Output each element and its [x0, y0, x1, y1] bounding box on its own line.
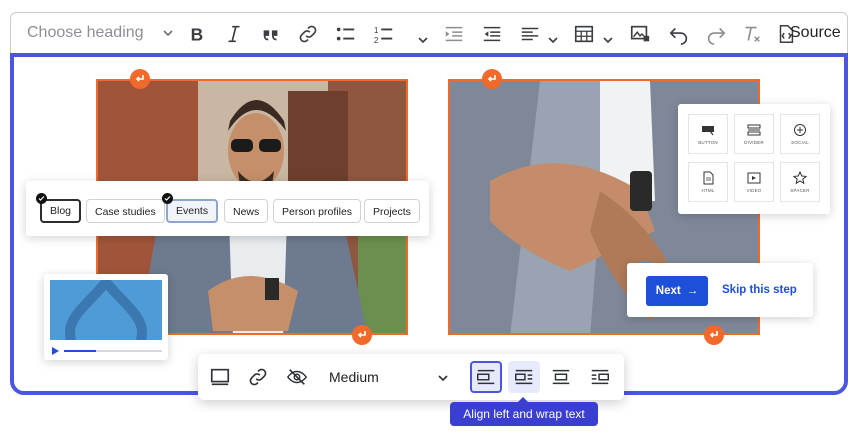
- tag-events[interactable]: Events: [166, 199, 219, 223]
- tag-person-profiles[interactable]: Person profiles: [273, 199, 362, 223]
- indent-icon[interactable]: [441, 21, 467, 47]
- tags-card: Blog Case studies Events News Person pro…: [26, 181, 429, 236]
- editor-toolbar: Choose heading B 12: [10, 12, 848, 54]
- italic-icon[interactable]: [221, 21, 247, 47]
- video-card[interactable]: [44, 274, 168, 360]
- align-center-icon[interactable]: [548, 365, 574, 389]
- widget-spacer[interactable]: SPACER: [780, 162, 820, 202]
- svg-text:B: B: [191, 24, 204, 44]
- numbered-list-icon[interactable]: 12: [371, 21, 397, 47]
- align-right-wrap-icon[interactable]: [587, 365, 613, 389]
- widget-social[interactable]: SOCIAL: [780, 114, 820, 154]
- link-icon[interactable]: [295, 21, 321, 47]
- button-widget-icon: [702, 126, 714, 136]
- video-widget-icon: [747, 172, 761, 184]
- tag-case-studies[interactable]: Case studies: [86, 199, 165, 223]
- tag-news[interactable]: News: [224, 199, 269, 223]
- align-left-wrap-icon[interactable]: [508, 361, 540, 393]
- blockquote-icon[interactable]: [258, 21, 284, 47]
- social-widget-icon: [794, 124, 806, 136]
- tag-projects[interactable]: Projects: [364, 199, 420, 223]
- onboarding-card: Next → Skip this step: [627, 263, 813, 317]
- widgets-card: BUTTON DIVIDER SOCIAL HTML VIDEO SPACER: [678, 104, 830, 214]
- widget-button[interactable]: BUTTON: [688, 114, 728, 154]
- chevron-down-icon[interactable]: [601, 33, 615, 47]
- align-left-icon[interactable]: [470, 361, 502, 393]
- table-icon[interactable]: [571, 21, 597, 47]
- tag-blog[interactable]: Blog: [40, 199, 82, 223]
- image-icon[interactable]: [627, 21, 653, 47]
- chevron-down-icon[interactable]: [546, 33, 560, 47]
- link-icon[interactable]: [245, 365, 271, 389]
- arrow-right-icon: →: [686, 285, 699, 297]
- check-icon: [162, 193, 173, 204]
- star-icon: [793, 171, 807, 185]
- skip-step-link[interactable]: Skip this step: [722, 284, 797, 296]
- svg-text:2: 2: [374, 36, 379, 45]
- source-button[interactable]: Source: [790, 24, 841, 42]
- svg-text:1: 1: [374, 26, 379, 35]
- remove-format-icon[interactable]: [739, 21, 765, 47]
- bold-icon[interactable]: B: [184, 21, 210, 47]
- outdent-icon[interactable]: [479, 21, 505, 47]
- html-widget-icon: [703, 171, 714, 185]
- redo-icon[interactable]: [703, 21, 729, 47]
- heading-dropdown[interactable]: Choose heading: [27, 24, 144, 42]
- image-handle-icon[interactable]: [352, 325, 372, 345]
- check-icon: [36, 193, 47, 204]
- image-handle-icon[interactable]: [482, 69, 502, 89]
- toggle-caption-icon[interactable]: [284, 365, 310, 389]
- align-tooltip: Align left and wrap text: [450, 397, 598, 426]
- alt-text-icon[interactable]: [207, 365, 233, 389]
- align-icon[interactable]: [517, 21, 543, 47]
- bulleted-list-icon[interactable]: [333, 21, 359, 47]
- chevron-down-icon[interactable]: [436, 371, 450, 385]
- undo-icon[interactable]: [666, 21, 692, 47]
- image-toolbar: Medium: [198, 354, 624, 400]
- drop-logo-icon: [64, 280, 148, 340]
- image-handle-icon[interactable]: [704, 325, 724, 345]
- chevron-down-icon[interactable]: [416, 33, 430, 47]
- video-progress-fill: [64, 350, 96, 352]
- next-button[interactable]: Next →: [646, 276, 708, 306]
- divider-widget-icon: [747, 124, 761, 136]
- widget-video[interactable]: VIDEO: [734, 162, 774, 202]
- image-size-dropdown[interactable]: Medium: [329, 369, 379, 385]
- image-handle-icon[interactable]: [130, 69, 150, 89]
- widget-divider[interactable]: DIVIDER: [734, 114, 774, 154]
- widget-html[interactable]: HTML: [688, 162, 728, 202]
- chevron-down-icon[interactable]: [161, 26, 175, 40]
- video-thumbnail: [50, 280, 162, 340]
- video-progress-track[interactable]: [64, 350, 162, 352]
- play-icon[interactable]: [50, 346, 60, 356]
